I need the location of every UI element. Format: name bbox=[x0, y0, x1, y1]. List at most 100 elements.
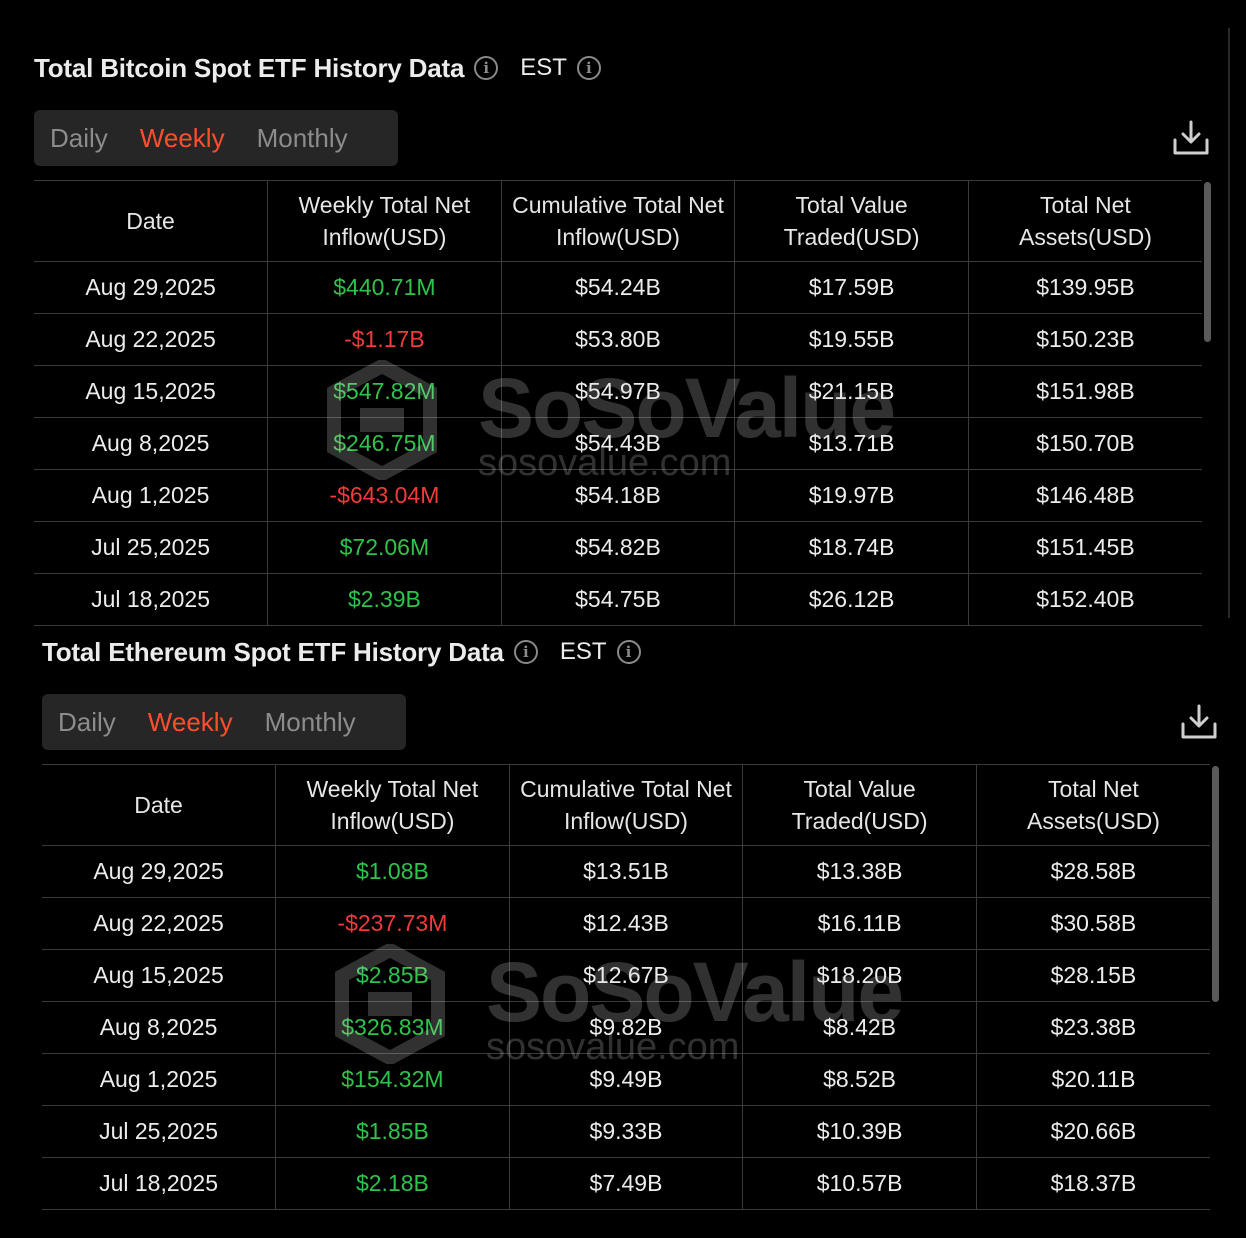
cell-cumulative-inflow: $54.97B bbox=[500, 365, 736, 418]
cell-date: Aug 8,2025 bbox=[34, 417, 269, 470]
table-row: Aug 29,2025 $1.08B $13.51B $13.38B $28.58B bbox=[42, 845, 1210, 898]
cell-value-traded: $13.38B bbox=[742, 845, 977, 898]
cell-value-traded: $19.55B bbox=[734, 313, 969, 366]
bitcoin-title-row: Total Bitcoin Spot ETF History Data i ES… bbox=[34, 40, 1210, 96]
cell-date: Aug 1,2025 bbox=[34, 469, 269, 522]
table-row: Jul 18,2025 $2.18B $7.49B $10.57B $18.37B bbox=[42, 1157, 1210, 1210]
cell-net-assets: $146.48B bbox=[967, 469, 1202, 522]
info-icon[interactable]: i bbox=[474, 56, 499, 80]
cell-value-traded: $18.74B bbox=[734, 521, 969, 574]
cell-net-assets: $20.66B bbox=[975, 1105, 1210, 1158]
col-header-date: Date bbox=[42, 764, 277, 846]
table-row: Jul 18,2025 $2.39B $54.75B $26.12B $152.40B bbox=[34, 573, 1202, 626]
info-icon[interactable]: i bbox=[616, 640, 641, 664]
cell-cumulative-inflow: $12.43B bbox=[508, 897, 744, 950]
table-row: Jul 25,2025 $72.06M $54.82B $18.74B $151.45B bbox=[34, 521, 1202, 574]
tab-monthly[interactable]: Monthly bbox=[265, 707, 356, 738]
cell-weekly-inflow: $246.75M bbox=[267, 417, 502, 470]
tab-daily[interactable]: Daily bbox=[50, 123, 108, 154]
bitcoin-history-table: Date Weekly Total Net Inflow(USD) Cumula… bbox=[34, 180, 1202, 626]
cell-weekly-inflow: -$1.17B bbox=[267, 313, 502, 366]
cell-net-assets: $151.98B bbox=[967, 365, 1202, 418]
info-icon[interactable]: i bbox=[576, 56, 601, 80]
tab-weekly[interactable]: Weekly bbox=[140, 123, 225, 154]
cell-net-assets: $139.95B bbox=[967, 261, 1202, 314]
cell-weekly-inflow: $547.82M bbox=[267, 365, 502, 418]
table-row: Aug 1,2025 -$643.04M $54.18B $19.97B $146.48… bbox=[34, 469, 1202, 522]
cell-value-traded: $8.52B bbox=[742, 1053, 977, 1106]
info-icon[interactable]: i bbox=[513, 640, 538, 664]
bitcoin-panel-title: Total Bitcoin Spot ETF History Data bbox=[34, 52, 465, 83]
col-header-weekly-inflow: Weekly Total Net Inflow(USD) bbox=[275, 764, 510, 846]
cell-value-traded: $18.20B bbox=[742, 949, 977, 1002]
cell-value-traded: $19.97B bbox=[734, 469, 969, 522]
ethereum-title-row: Total Ethereum Spot ETF History Data i E… bbox=[42, 624, 1218, 680]
cell-weekly-inflow: $2.18B bbox=[275, 1157, 510, 1210]
col-header-cumulative-inflow: Cumulative Total Net Inflow(USD) bbox=[500, 180, 736, 262]
ethereum-table-scrollbar[interactable] bbox=[1212, 766, 1219, 1002]
table-header-row: Date Weekly Total Net Inflow(USD) Cumula… bbox=[42, 764, 1210, 846]
cell-weekly-inflow: -$643.04M bbox=[267, 469, 502, 522]
cell-value-traded: $13.71B bbox=[734, 417, 969, 470]
col-header-net-assets: Total Net Assets(USD) bbox=[967, 180, 1202, 262]
table-row: Aug 15,2025 $2.85B $12.67B $18.20B $28.15B bbox=[42, 949, 1210, 1002]
table-header-row: Date Weekly Total Net Inflow(USD) Cumula… bbox=[34, 180, 1202, 262]
ethereum-controls: Daily Weekly Monthly bbox=[42, 694, 1218, 764]
cell-net-assets: $18.37B bbox=[975, 1157, 1210, 1210]
table-row: Aug 15,2025 $547.82M $54.97B $21.15B $151.98… bbox=[34, 365, 1202, 418]
col-header-value-traded: Total Value Traded(USD) bbox=[734, 180, 969, 262]
cell-cumulative-inflow: $54.75B bbox=[500, 573, 736, 626]
timezone-label: EST bbox=[559, 638, 607, 665]
cell-weekly-inflow: $2.85B bbox=[275, 949, 510, 1002]
cell-net-assets: $150.70B bbox=[967, 417, 1202, 470]
cell-cumulative-inflow: $54.43B bbox=[500, 417, 736, 470]
cell-cumulative-inflow: $54.18B bbox=[500, 469, 736, 522]
cell-net-assets: $30.58B bbox=[975, 897, 1210, 950]
cell-cumulative-inflow: $9.49B bbox=[508, 1053, 744, 1106]
tab-daily[interactable]: Daily bbox=[58, 707, 116, 738]
cell-date: Jul 18,2025 bbox=[34, 573, 269, 626]
bitcoin-table-body: Aug 29,2025 $440.71M $54.24B $17.59B $139.95… bbox=[34, 261, 1202, 626]
download-icon[interactable] bbox=[1180, 704, 1218, 740]
cell-cumulative-inflow: $13.51B bbox=[508, 845, 744, 898]
tab-weekly[interactable]: Weekly bbox=[148, 707, 233, 738]
bitcoin-controls: Daily Weekly Monthly bbox=[34, 110, 1210, 180]
bitcoin-etf-panel: Total Bitcoin Spot ETF History Data i ES… bbox=[34, 40, 1210, 626]
table-row: Aug 8,2025 $326.83M $9.82B $8.42B $23.38B bbox=[42, 1001, 1210, 1054]
ethereum-etf-panel: Total Ethereum Spot ETF History Data i E… bbox=[42, 624, 1218, 1210]
cell-cumulative-inflow: $7.49B bbox=[508, 1157, 744, 1210]
cell-weekly-inflow: $440.71M bbox=[267, 261, 502, 314]
download-icon[interactable] bbox=[1172, 120, 1210, 156]
table-row: Aug 29,2025 $440.71M $54.24B $17.59B $139.95… bbox=[34, 261, 1202, 314]
cell-net-assets: $28.15B bbox=[975, 949, 1210, 1002]
cell-weekly-inflow: $1.08B bbox=[275, 845, 510, 898]
col-header-net-assets: Total Net Assets(USD) bbox=[975, 764, 1210, 846]
cell-net-assets: $150.23B bbox=[967, 313, 1202, 366]
tab-monthly[interactable]: Monthly bbox=[257, 123, 348, 154]
cell-cumulative-inflow: $12.67B bbox=[508, 949, 744, 1002]
ethereum-history-table: Date Weekly Total Net Inflow(USD) Cumula… bbox=[42, 764, 1210, 1210]
cell-cumulative-inflow: $9.33B bbox=[508, 1105, 744, 1158]
panel-divider bbox=[1228, 28, 1230, 618]
cell-weekly-inflow: $72.06M bbox=[267, 521, 502, 574]
bitcoin-period-tabs: Daily Weekly Monthly bbox=[34, 110, 398, 166]
col-header-date: Date bbox=[34, 180, 269, 262]
cell-net-assets: $152.40B bbox=[967, 573, 1202, 626]
cell-value-traded: $10.39B bbox=[742, 1105, 977, 1158]
cell-weekly-inflow: -$237.73M bbox=[275, 897, 510, 950]
cell-cumulative-inflow: $53.80B bbox=[500, 313, 736, 366]
cell-date: Jul 18,2025 bbox=[42, 1157, 277, 1210]
cell-cumulative-inflow: $54.24B bbox=[500, 261, 736, 314]
cell-cumulative-inflow: $9.82B bbox=[508, 1001, 744, 1054]
table-row: Aug 8,2025 $246.75M $54.43B $13.71B $150.70B bbox=[34, 417, 1202, 470]
cell-net-assets: $151.45B bbox=[967, 521, 1202, 574]
cell-cumulative-inflow: $54.82B bbox=[500, 521, 736, 574]
table-row: Aug 22,2025 -$1.17B $53.80B $19.55B $150.23B bbox=[34, 313, 1202, 366]
col-header-cumulative-inflow: Cumulative Total Net Inflow(USD) bbox=[508, 764, 744, 846]
cell-net-assets: $20.11B bbox=[975, 1053, 1210, 1106]
cell-value-traded: $16.11B bbox=[742, 897, 977, 950]
cell-value-traded: $21.15B bbox=[734, 365, 969, 418]
cell-date: Jul 25,2025 bbox=[42, 1105, 277, 1158]
bitcoin-table-scrollbar[interactable] bbox=[1204, 182, 1211, 342]
cell-date: Aug 22,2025 bbox=[34, 313, 269, 366]
